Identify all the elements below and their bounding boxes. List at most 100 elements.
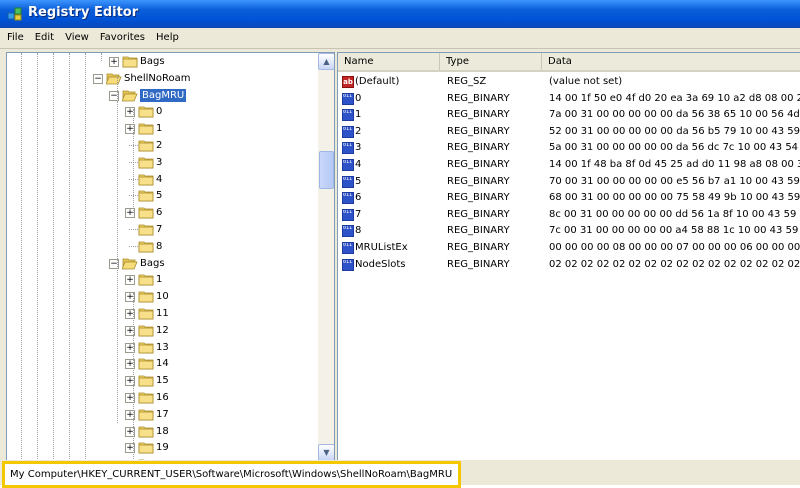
folder-icon xyxy=(138,425,154,438)
tree-node-label: 12 xyxy=(156,324,169,336)
value-row[interactable]: 011 110 0103 REG_BINARY 5a 00 31 00 00 00 … xyxy=(338,140,800,156)
tree-node-label: Bags xyxy=(140,257,165,269)
value-name: 7 xyxy=(355,208,362,220)
value-type: REG_SZ xyxy=(447,76,487,87)
tree-scrollbar[interactable]: ▲ ▼ xyxy=(318,53,334,461)
tree-guide-line xyxy=(53,53,54,461)
value-row[interactable]: 011 110 0101 REG_BINARY 7a 00 31 00 00 00 … xyxy=(338,107,800,123)
tree-node-label: 1 xyxy=(156,274,163,286)
value-row[interactable]: 011 110 010NodeSlots REG_BINARY 02 02 02 0… xyxy=(338,257,800,273)
tree-node-label: 19 xyxy=(156,442,169,454)
tree-node-label: 5 xyxy=(156,190,163,202)
binary-value-icon: 011 110 010 xyxy=(342,258,354,271)
regedit-icon xyxy=(7,7,22,21)
value-type: REG_BINARY xyxy=(447,109,510,121)
value-name: 6 xyxy=(355,192,362,204)
value-data: 7a 00 31 00 00 00 00 00 da 56 38 65 10 0… xyxy=(549,109,800,121)
values-list-pane[interactable]: Name Type Data ab (Default) REG_SZ (value not… xyxy=(337,52,800,461)
tree-node-label: 0 xyxy=(156,106,163,118)
tree-node-label: 8 xyxy=(156,240,163,252)
value-type: REG_BINARY xyxy=(447,125,510,137)
folder-icon xyxy=(138,223,154,236)
folder-icon xyxy=(138,391,154,404)
value-row[interactable]: 011 110 010MRUListEx REG_BINARY 00 00 00 0… xyxy=(338,240,800,256)
value-data: 14 00 1f 48 ba 8f 0d 45 25 ad d0 11 98 a… xyxy=(549,159,800,170)
title-bar[interactable]: Registry Editor xyxy=(0,0,800,28)
menu-file[interactable]: File xyxy=(0,28,29,43)
value-data: 5a 00 31 00 00 00 00 00 da 56 dc 7c 10 0… xyxy=(549,142,800,154)
value-data: 7c 00 31 00 00 00 00 00 a4 58 88 1c 10 0… xyxy=(549,225,800,237)
tree-node-label: ShellNoRoam xyxy=(124,72,191,84)
folder-icon xyxy=(138,374,154,387)
binary-value-icon: 011 110 010 xyxy=(342,242,354,254)
collapse-icon[interactable]: − xyxy=(93,73,103,84)
folder-icon xyxy=(138,105,154,118)
binary-value-icon: 011 110 010 xyxy=(342,192,354,205)
value-name: 3 xyxy=(355,142,362,154)
value-name: 8 xyxy=(355,225,362,237)
tree-guide-line xyxy=(37,53,38,461)
column-header-name[interactable]: Name xyxy=(338,53,440,70)
value-row[interactable]: 011 110 0102 REG_BINARY 52 00 31 00 00 00 … xyxy=(338,124,800,140)
column-header-type[interactable]: Type xyxy=(440,53,542,70)
value-type: REG_BINARY xyxy=(447,258,510,270)
folder-icon xyxy=(138,139,154,152)
folder-icon xyxy=(138,206,154,219)
value-data: 02 02 02 02 02 02 02 02 02 02 02 02 02 0… xyxy=(549,258,800,270)
value-data: 8c 00 31 00 00 00 00 00 dd 56 1a 8f 10 0… xyxy=(549,208,800,220)
tree-node-label: 18 xyxy=(156,425,169,437)
tree-guide-line xyxy=(117,77,118,253)
value-row[interactable]: 011 110 0108 REG_BINARY 7c 00 31 00 00 00 … xyxy=(338,223,800,239)
tree-node-label: 7 xyxy=(156,224,163,235)
tree-guide-line xyxy=(133,109,134,213)
value-name: 5 xyxy=(355,175,362,187)
value-row[interactable]: 011 110 0104 REG_BINARY 14 00 1f 48 ba 8f … xyxy=(338,157,800,173)
status-path: My Computer\HKEY_CURRENT_USER\Software\M… xyxy=(2,461,462,488)
expand-icon[interactable]: + xyxy=(109,57,119,67)
folder-icon xyxy=(138,357,154,370)
list-header: Name Type Data xyxy=(338,53,800,72)
value-name: 0 xyxy=(355,92,362,104)
value-type: REG_BINARY xyxy=(447,175,510,187)
menu-view[interactable]: View xyxy=(59,28,94,43)
tree-node-label: 11 xyxy=(156,308,169,319)
menu-bar: File Edit View Favorites Help xyxy=(0,28,800,49)
value-row[interactable]: 011 110 0106 REG_BINARY 68 00 31 00 00 00 … xyxy=(338,190,800,206)
binary-value-icon: 011 110 010 xyxy=(342,92,354,105)
value-type: REG_BINARY xyxy=(447,208,510,220)
value-row[interactable]: 011 110 0107 REG_BINARY 8c 00 31 00 00 00 … xyxy=(338,207,800,223)
folder-icon xyxy=(138,273,154,286)
scroll-down-button[interactable]: ▼ xyxy=(318,444,334,461)
folder-icon xyxy=(138,156,154,169)
scroll-thumb[interactable] xyxy=(319,151,334,189)
value-row[interactable]: 011 110 0105 REG_BINARY 70 00 31 00 00 00 … xyxy=(338,174,800,190)
value-data: 52 00 31 00 00 00 00 00 da 56 b5 79 10 0… xyxy=(549,125,800,137)
tree-node-label: 14 xyxy=(156,358,169,370)
menu-help[interactable]: Help xyxy=(150,28,184,43)
value-row[interactable]: 011 110 0100 REG_BINARY 14 00 1f 50 e0 4f … xyxy=(338,91,800,107)
folder-icon xyxy=(138,324,154,337)
column-header-data[interactable]: Data xyxy=(542,53,800,70)
binary-value-icon: 011 110 010 xyxy=(342,142,354,155)
tree-node-label: 6 xyxy=(156,207,163,219)
menu-edit[interactable]: Edit xyxy=(29,28,59,43)
folder-icon xyxy=(138,240,154,253)
tree-guide-line xyxy=(21,53,22,461)
folder-icon xyxy=(138,173,154,186)
value-row[interactable]: ab (Default) REG_SZ (value not set) xyxy=(338,74,800,90)
scroll-up-button[interactable]: ▲ xyxy=(318,53,334,70)
tree-node-label: 17 xyxy=(156,408,169,420)
expand-icon[interactable]: + xyxy=(125,275,135,286)
key-tree-pane[interactable]: + Bags − ShellNoRoam − BagMRU +0 +1 2 3 4 5 +6 7 8− Bag… xyxy=(6,52,335,462)
tree-node-label: 1 xyxy=(156,123,163,135)
value-data: 14 00 1f 50 e0 4f d0 20 ea 3a 69 10 a2 d… xyxy=(549,92,800,104)
value-name: NodeSlots xyxy=(355,258,406,270)
value-data: 70 00 31 00 00 00 00 00 e5 56 b7 a1 10 0… xyxy=(549,175,800,187)
value-name: 2 xyxy=(355,125,362,137)
folder-icon xyxy=(138,307,154,320)
binary-value-icon: 011 110 010 xyxy=(342,159,354,171)
value-name: (Default) xyxy=(355,76,400,87)
menu-favorites[interactable]: Favorites xyxy=(94,28,150,43)
value-type: REG_BINARY xyxy=(447,192,510,204)
value-data: (value not set) xyxy=(549,76,623,87)
